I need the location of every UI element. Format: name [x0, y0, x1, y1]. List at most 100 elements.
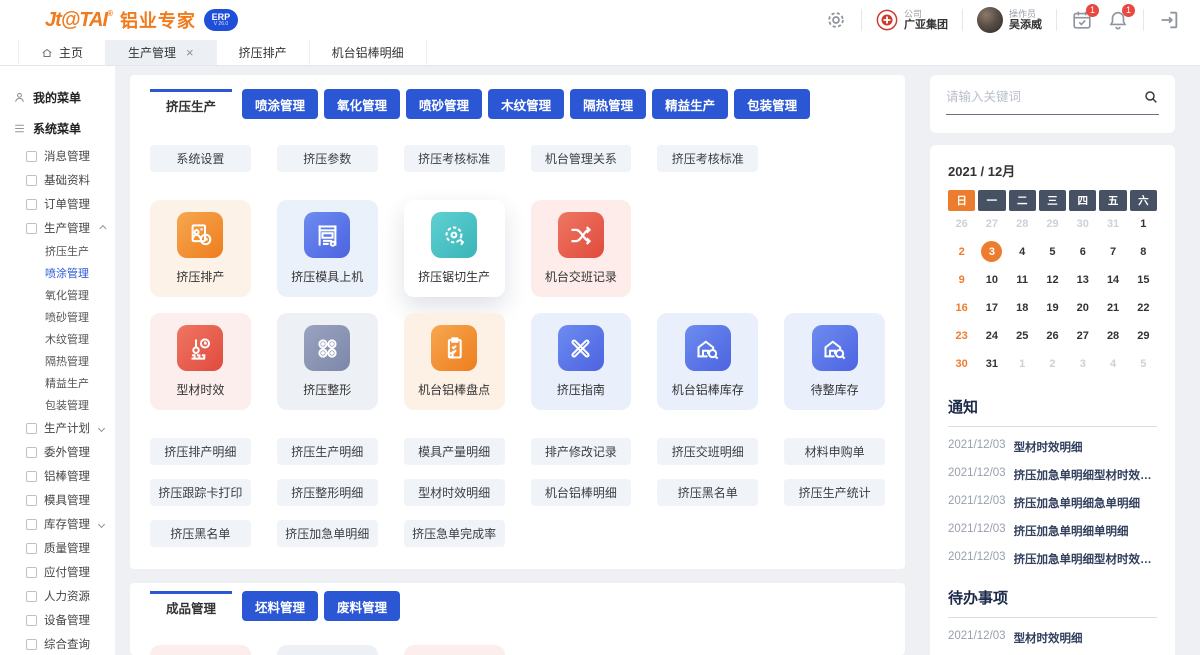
calendar-day[interactable]: 4	[1099, 351, 1126, 376]
sidebar-subitem[interactable]: 喷涂管理	[0, 262, 115, 284]
tab-machine-rod-detail[interactable]: 机台铝棒明细	[310, 40, 427, 65]
company-info[interactable]: 公司 广亚集团	[876, 9, 948, 32]
saw-cutting-card[interactable]: 挤压锯切生产	[404, 200, 505, 297]
sidebar-section-my-menu[interactable]: 我的菜单	[0, 82, 115, 113]
calendar-day[interactable]: 30	[948, 351, 975, 376]
calendar-day[interactable]: 29	[1130, 323, 1157, 348]
tab-extrusion-scheduling[interactable]: 挤压排产	[217, 40, 310, 65]
close-icon[interactable]: ×	[186, 45, 194, 60]
gear-icon[interactable]	[825, 9, 847, 31]
tool-button[interactable]: 挤压考核标准	[404, 145, 505, 172]
sidebar-subitem[interactable]: 氧化管理	[0, 284, 115, 306]
calendar-day[interactable]: 16	[948, 295, 975, 320]
calendar-day[interactable]: 24	[978, 323, 1005, 348]
sidebar-subitem[interactable]: 包装管理	[0, 394, 115, 416]
extrusion-guide-card[interactable]: 挤压指南	[531, 313, 632, 410]
report-button[interactable]: 挤压整形明细	[277, 479, 378, 506]
report-button[interactable]: 模具产量明细	[404, 438, 505, 465]
report-button[interactable]: 挤压黑名单	[657, 479, 758, 506]
tool-button[interactable]: 挤压考核标准	[657, 145, 758, 172]
notifications-button[interactable]: 1	[1107, 9, 1129, 31]
calendar-day[interactable]: 3	[978, 239, 1005, 264]
calendar-day[interactable]: 5	[1039, 239, 1066, 264]
tab-production-management[interactable]: 生产管理 ×	[106, 40, 217, 65]
sidebar-item[interactable]: 生产计划	[0, 416, 115, 440]
report-button[interactable]: 挤压跟踪卡打印	[150, 479, 251, 506]
calendar-day[interactable]: 22	[1130, 295, 1157, 320]
calendar-day[interactable]: 29	[1039, 211, 1066, 236]
report-button[interactable]: 挤压加急单明细	[277, 520, 378, 547]
calendar-day[interactable]: 13	[1069, 267, 1096, 292]
cropped-card[interactable]	[150, 645, 251, 655]
sidebar-item[interactable]: 委外管理	[0, 440, 115, 464]
shift-record-card[interactable]: 机台交班记录	[531, 200, 632, 297]
sidebar-item[interactable]: 人力资源	[0, 584, 115, 608]
module-tab[interactable]: 木纹管理	[488, 89, 564, 119]
search-icon[interactable]	[1143, 89, 1159, 105]
tool-button[interactable]: 机台管理关系	[531, 145, 632, 172]
calendar-day[interactable]: 27	[978, 211, 1005, 236]
sidebar-item[interactable]: 基础资料	[0, 168, 115, 192]
calendar-day[interactable]: 27	[1069, 323, 1096, 348]
calendar-day[interactable]: 10	[978, 267, 1005, 292]
module-tab[interactable]: 氧化管理	[324, 89, 400, 119]
calendar-day[interactable]: 7	[1099, 239, 1126, 264]
calendar-day[interactable]: 1	[1009, 351, 1036, 376]
sidebar-item[interactable]: 铝棒管理	[0, 464, 115, 488]
report-button[interactable]: 材料申购单	[784, 438, 885, 465]
sidebar-item[interactable]: 应付管理	[0, 560, 115, 584]
todo-calendar-button[interactable]: 1	[1071, 9, 1093, 31]
report-button[interactable]: 挤压黑名单	[150, 520, 251, 547]
logout-icon[interactable]	[1158, 9, 1180, 31]
cropped-card[interactable]	[404, 645, 505, 655]
report-button[interactable]: 机台铝棒明细	[531, 479, 632, 506]
calendar-day[interactable]: 23	[948, 323, 975, 348]
calendar-day[interactable]: 26	[1039, 323, 1066, 348]
report-button[interactable]: 挤压急单完成率	[404, 520, 505, 547]
calendar-day[interactable]: 4	[1009, 239, 1036, 264]
sidebar-item[interactable]: 质量管理	[0, 536, 115, 560]
mold-loading-card[interactable]: 挤压模具上机	[277, 200, 378, 297]
calendar-day[interactable]: 20	[1069, 295, 1096, 320]
sidebar-subitem[interactable]: 木纹管理	[0, 328, 115, 350]
calendar-day[interactable]: 25	[1009, 323, 1036, 348]
calendar-day[interactable]: 30	[1069, 211, 1096, 236]
calendar-day[interactable]: 17	[978, 295, 1005, 320]
todo-item[interactable]: 2021/12/03 型材时效明细	[948, 630, 1157, 646]
notice-item[interactable]: 2021/12/03 型材时效明细	[948, 439, 1157, 455]
calendar-day[interactable]: 28	[1099, 323, 1126, 348]
sidebar-subitem[interactable]: 喷砂管理	[0, 306, 115, 328]
calendar-day[interactable]: 9	[948, 267, 975, 292]
calendar-day[interactable]: 21	[1099, 295, 1126, 320]
calendar-day[interactable]: 2	[948, 239, 975, 264]
report-button[interactable]: 挤压生产明细	[277, 438, 378, 465]
report-button[interactable]: 挤压排产明细	[150, 438, 251, 465]
sidebar-item[interactable]: 生产管理	[0, 216, 115, 240]
operator-info[interactable]: 操作员 吴添威	[977, 7, 1042, 33]
report-button[interactable]: 挤压生产统计	[784, 479, 885, 506]
sidebar-item[interactable]: 综合查询	[0, 632, 115, 655]
tool-button[interactable]: 系统设置	[150, 145, 251, 172]
sidebar-item[interactable]: 设备管理	[0, 608, 115, 632]
module-tab[interactable]: 喷砂管理	[406, 89, 482, 119]
calendar-day[interactable]: 1	[1130, 211, 1157, 236]
extrusion-scheduling-card[interactable]: 挤压排产	[150, 200, 251, 297]
calendar-day[interactable]: 5	[1130, 351, 1157, 376]
pending-inventory-card[interactable]: 待整库存	[784, 313, 885, 410]
sidebar-subitem[interactable]: 隔热管理	[0, 350, 115, 372]
calendar-day[interactable]: 2	[1039, 351, 1066, 376]
module-tab[interactable]: 成品管理	[150, 591, 232, 621]
calendar-day[interactable]: 8	[1130, 239, 1157, 264]
notice-item[interactable]: 2021/12/03 挤压加急单明细型材时效明细	[948, 467, 1157, 483]
notice-item[interactable]: 2021/12/03 挤压加急单明细急单明细	[948, 495, 1157, 511]
module-tab[interactable]: 废料管理	[324, 591, 400, 621]
sidebar-item[interactable]: 库存管理	[0, 512, 115, 536]
notice-item[interactable]: 2021/12/03 挤压加急单明细单明细	[948, 523, 1157, 539]
calendar-day[interactable]: 31	[1099, 211, 1126, 236]
module-tab[interactable]: 隔热管理	[570, 89, 646, 119]
module-tab[interactable]: 精益生产	[652, 89, 728, 119]
search-input[interactable]	[946, 90, 1143, 104]
sidebar-item[interactable]: 模具管理	[0, 488, 115, 512]
calendar-day[interactable]: 14	[1099, 267, 1126, 292]
calendar-day[interactable]: 3	[1069, 351, 1096, 376]
